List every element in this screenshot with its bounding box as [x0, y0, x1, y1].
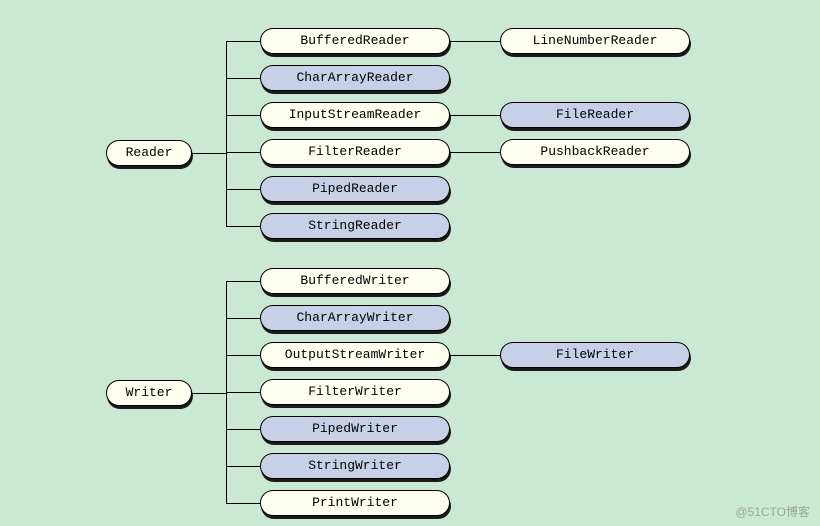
connector — [226, 466, 260, 467]
node-writer: Writer — [106, 380, 192, 406]
watermark: @51CTO博客 — [735, 503, 810, 520]
node-filewriter: FileWriter — [500, 342, 690, 368]
node-printwriter: PrintWriter — [260, 490, 450, 516]
connector — [226, 281, 260, 282]
node-filterwriter: FilterWriter — [260, 379, 450, 405]
connector — [226, 78, 260, 79]
node-filereader: FileReader — [500, 102, 690, 128]
node-stringwriter: StringWriter — [260, 453, 450, 479]
node-outputstreamwriter: OutputStreamWriter — [260, 342, 450, 368]
connector — [226, 41, 227, 226]
connector — [226, 115, 260, 116]
connector — [226, 355, 260, 356]
node-bufferedwriter: BufferedWriter — [260, 268, 450, 294]
node-pipedreader: PipedReader — [260, 176, 450, 202]
node-pipedwriter: PipedWriter — [260, 416, 450, 442]
connector — [226, 503, 260, 504]
connector — [226, 429, 260, 430]
node-bufferedreader: BufferedReader — [260, 28, 450, 54]
connector — [226, 41, 260, 42]
connector — [226, 318, 260, 319]
connector — [450, 115, 500, 116]
connector — [226, 189, 260, 190]
connector — [226, 392, 260, 393]
node-stringreader: StringReader — [260, 213, 450, 239]
node-linenumberreader: LineNumberReader — [500, 28, 690, 54]
connector — [450, 152, 500, 153]
connector — [192, 153, 226, 154]
connector — [226, 226, 260, 227]
connector — [226, 152, 260, 153]
node-chararraywriter: CharArrayWriter — [260, 305, 450, 331]
connector — [192, 393, 226, 394]
connector — [450, 41, 500, 42]
node-inputstreamreader: InputStreamReader — [260, 102, 450, 128]
node-chararrayreader: CharArrayReader — [260, 65, 450, 91]
node-reader: Reader — [106, 140, 192, 166]
node-filterreader: FilterReader — [260, 139, 450, 165]
node-pushbackreader: PushbackReader — [500, 139, 690, 165]
connector — [450, 355, 500, 356]
